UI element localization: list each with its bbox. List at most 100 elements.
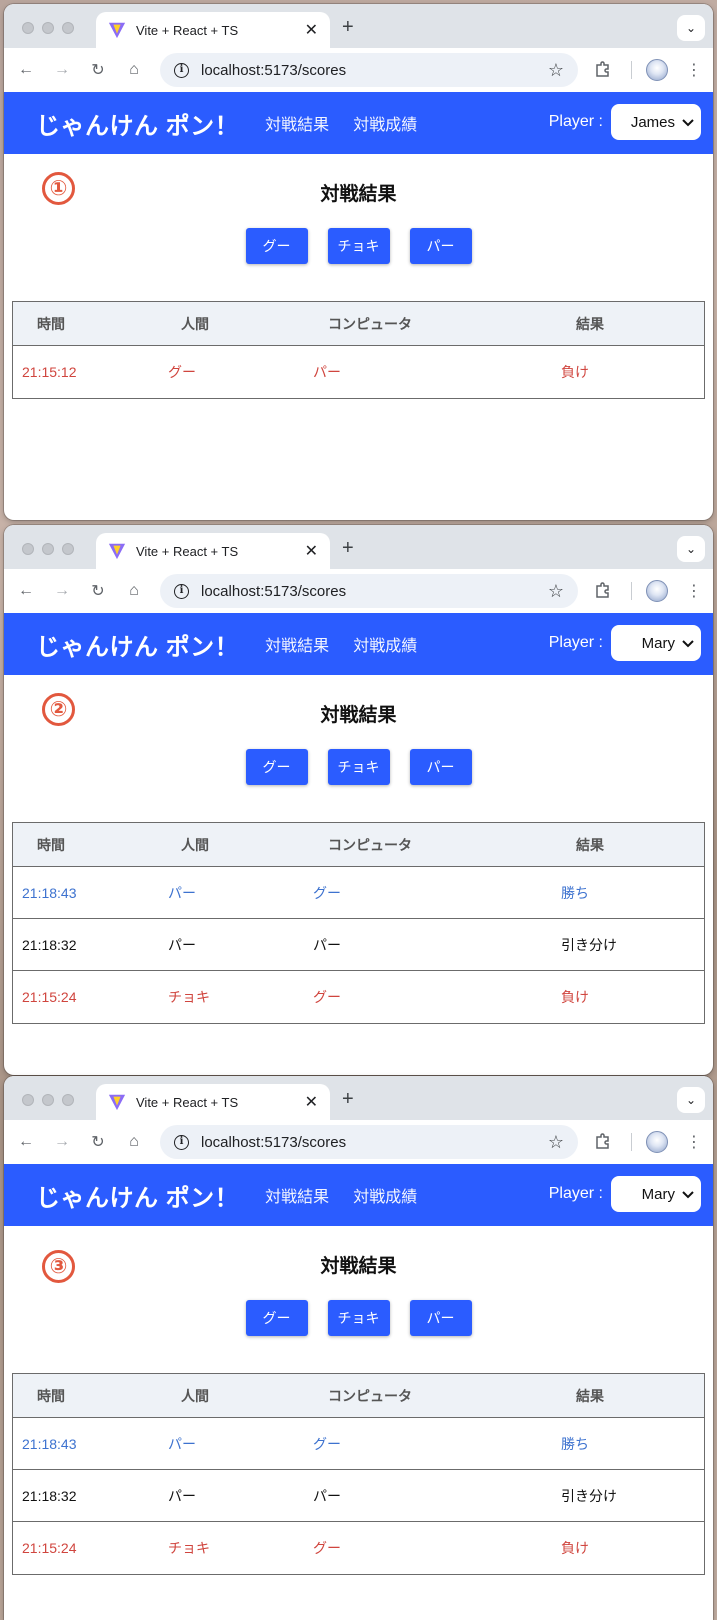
minimize-window-button[interactable] xyxy=(42,543,54,555)
rock-button[interactable]: グー xyxy=(245,749,308,785)
star-icon[interactable]: ☆ xyxy=(548,60,564,81)
back-arrow-icon[interactable]: ← xyxy=(8,61,44,79)
profile-avatar-icon[interactable] xyxy=(646,580,668,602)
close-icon[interactable]: ✕ xyxy=(305,1092,318,1112)
plus-icon[interactable]: + xyxy=(342,1088,354,1111)
info-icon[interactable]: i xyxy=(174,1134,189,1150)
url-text[interactable]: localhost:5173/scores xyxy=(201,1134,548,1151)
zoom-window-button[interactable] xyxy=(62,543,74,555)
cell-time: 21:18:43 xyxy=(22,1435,77,1452)
scissors-button[interactable]: チョキ xyxy=(327,749,390,785)
minimize-window-button[interactable] xyxy=(42,1094,54,1106)
puzzle-extension-icon[interactable] xyxy=(594,60,612,78)
address-bar[interactable]: i localhost:5173/scores ☆ xyxy=(160,574,578,608)
player-select-value: James xyxy=(630,113,675,131)
back-arrow-icon[interactable]: ← xyxy=(8,582,44,600)
nav-link-records[interactable]: 対戦成績 xyxy=(353,111,417,135)
url-text[interactable]: localhost:5173/scores xyxy=(201,583,548,600)
forward-arrow-icon[interactable]: → xyxy=(44,61,80,79)
nav-link-records[interactable]: 対戦成績 xyxy=(353,1183,417,1207)
cell-result: 引き分け xyxy=(561,936,617,953)
close-icon[interactable]: ✕ xyxy=(305,541,318,561)
toolbar-divider xyxy=(631,61,632,79)
info-icon[interactable]: i xyxy=(174,62,189,78)
cell-computer: パー xyxy=(313,1487,341,1504)
profile-avatar-icon[interactable] xyxy=(646,59,668,81)
zoom-window-button[interactable] xyxy=(62,1094,74,1106)
chevron-down-icon[interactable]: ⌄ xyxy=(677,1087,705,1113)
tab-strip: Vite + React + TS ✕ + ⌄ xyxy=(4,1076,713,1120)
app-brand[interactable]: じゃんけん ポン！ xyxy=(36,1178,239,1213)
profile-avatar-icon[interactable] xyxy=(646,1131,668,1153)
player-picker: Player : Mary xyxy=(549,625,701,661)
close-window-button[interactable] xyxy=(22,543,34,555)
plus-icon[interactable]: + xyxy=(342,16,354,39)
browser-tab[interactable]: Vite + React + TS ✕ xyxy=(96,12,330,48)
plus-icon[interactable]: + xyxy=(342,537,354,560)
player-select[interactable]: Mary xyxy=(611,625,701,661)
chevron-down-icon[interactable]: ⌄ xyxy=(677,536,705,562)
app-brand[interactable]: じゃんけん ポン！ xyxy=(36,627,239,662)
column-header-human: 人間 xyxy=(181,1387,209,1404)
table-row: 21:18:32 パー パー 引き分け xyxy=(13,919,704,971)
nav-link-records[interactable]: 対戦成績 xyxy=(353,632,417,656)
back-arrow-icon[interactable]: ← xyxy=(8,1133,44,1151)
cell-time: 21:15:24 xyxy=(22,989,77,1005)
chevron-down-icon[interactable]: ⌄ xyxy=(677,15,705,41)
home-icon[interactable]: ⌂ xyxy=(116,1133,152,1151)
url-text[interactable]: localhost:5173/scores xyxy=(201,62,548,79)
cell-time: 21:15:24 xyxy=(22,1540,77,1556)
puzzle-extension-icon[interactable] xyxy=(594,581,612,599)
paper-button[interactable]: パー xyxy=(409,749,472,785)
kebab-menu-icon[interactable]: ⋮ xyxy=(686,1132,702,1152)
star-icon[interactable]: ☆ xyxy=(548,1132,564,1153)
paper-button[interactable]: パー xyxy=(409,1300,472,1336)
tab-strip: Vite + React + TS ✕ + ⌄ xyxy=(4,525,713,569)
zoom-window-button[interactable] xyxy=(62,22,74,34)
table-header-row: 時間 人間 コンピュータ 結果 xyxy=(13,1374,704,1418)
nav-link-results[interactable]: 対戦結果 xyxy=(265,632,329,656)
rock-button[interactable]: グー xyxy=(245,1300,308,1336)
hand-buttons: グー チョキ パー xyxy=(4,1300,713,1336)
column-header-human: 人間 xyxy=(181,315,209,332)
toolbar-divider xyxy=(631,1133,632,1151)
browser-tab[interactable]: Vite + React + TS ✕ xyxy=(96,533,330,569)
reload-icon[interactable]: ↻ xyxy=(80,1132,116,1152)
puzzle-extension-icon[interactable] xyxy=(594,1132,612,1150)
close-icon[interactable]: ✕ xyxy=(305,20,318,40)
minimize-window-button[interactable] xyxy=(42,22,54,34)
kebab-menu-icon[interactable]: ⋮ xyxy=(686,60,702,80)
home-icon[interactable]: ⌂ xyxy=(116,61,152,79)
address-bar[interactable]: i localhost:5173/scores ☆ xyxy=(160,53,578,87)
vite-logo-icon xyxy=(108,22,126,39)
close-window-button[interactable] xyxy=(22,22,34,34)
cell-computer: パー xyxy=(313,364,341,380)
nav-link-results[interactable]: 対戦結果 xyxy=(265,1183,329,1207)
reload-icon[interactable]: ↻ xyxy=(80,60,116,80)
results-table: 時間 人間 コンピュータ 結果 21:18:43 パー グー 勝ち 21:18:… xyxy=(12,822,705,1024)
close-window-button[interactable] xyxy=(22,1094,34,1106)
player-select[interactable]: James xyxy=(611,104,701,140)
rock-button[interactable]: グー xyxy=(245,228,308,264)
cell-computer: グー xyxy=(313,989,341,1005)
cell-result: 負け xyxy=(561,1540,589,1556)
reload-icon[interactable]: ↻ xyxy=(80,581,116,601)
column-header-time: 時間 xyxy=(37,1387,65,1404)
forward-arrow-icon[interactable]: → xyxy=(44,1133,80,1151)
nav-link-results[interactable]: 対戦結果 xyxy=(265,111,329,135)
scissors-button[interactable]: チョキ xyxy=(327,1300,390,1336)
kebab-menu-icon[interactable]: ⋮ xyxy=(686,581,702,601)
player-select[interactable]: Mary xyxy=(611,1176,701,1212)
home-icon[interactable]: ⌂ xyxy=(116,582,152,600)
paper-button[interactable]: パー xyxy=(409,228,472,264)
address-bar[interactable]: i localhost:5173/scores ☆ xyxy=(160,1125,578,1159)
forward-arrow-icon[interactable]: → xyxy=(44,582,80,600)
scissors-button[interactable]: チョキ xyxy=(327,228,390,264)
app-brand[interactable]: じゃんけん ポン！ xyxy=(36,106,239,141)
info-icon[interactable]: i xyxy=(174,583,189,599)
browser-tab[interactable]: Vite + React + TS ✕ xyxy=(96,1084,330,1120)
window-controls xyxy=(22,22,74,34)
hand-buttons: グー チョキ パー xyxy=(4,749,713,785)
table-row: 21:15:24 チョキ グー 負け xyxy=(13,971,704,1023)
star-icon[interactable]: ☆ xyxy=(548,581,564,602)
